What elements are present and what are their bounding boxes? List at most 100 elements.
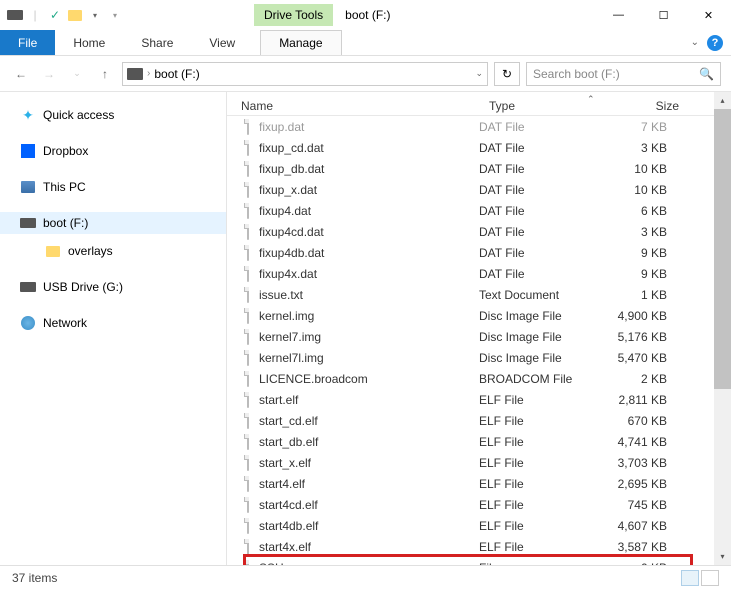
file-row[interactable]: issue.txt Text Document 1 KB xyxy=(227,284,731,305)
manage-tab[interactable]: Manage xyxy=(260,30,341,55)
item-count: 37 items xyxy=(12,571,57,585)
file-size: 5,470 KB xyxy=(597,351,667,365)
file-size: 9 KB xyxy=(597,246,667,260)
qat-checkmark-icon[interactable]: ✓ xyxy=(46,6,64,24)
sidebar-item-boot-drive[interactable]: boot (F:) xyxy=(0,212,226,234)
file-row[interactable]: start4db.elf ELF File 4,607 KB xyxy=(227,515,731,536)
column-header-name[interactable]: Name xyxy=(227,99,489,113)
refresh-button[interactable]: ↻ xyxy=(494,62,520,86)
scroll-down-button[interactable]: ▾ xyxy=(714,548,731,565)
file-icon xyxy=(247,413,249,429)
file-list-pane: Name Type Size ⌃ fixup.dat DAT File 7 KB… xyxy=(227,92,731,565)
home-tab[interactable]: Home xyxy=(55,30,123,55)
breadcrumb-location[interactable]: boot (F:) xyxy=(154,67,199,81)
file-row[interactable]: fixup_db.dat DAT File 10 KB xyxy=(227,158,731,179)
sidebar-item-overlays[interactable]: overlays xyxy=(0,240,226,262)
file-name: fixup_x.dat xyxy=(249,183,479,197)
file-icon-cell xyxy=(227,371,249,387)
file-row[interactable]: start_db.elf ELF File 4,741 KB xyxy=(227,431,731,452)
file-row[interactable]: kernel.img Disc Image File 4,900 KB xyxy=(227,305,731,326)
file-icon xyxy=(247,518,249,534)
sort-indicator-icon: ⌃ xyxy=(587,94,595,105)
view-mode-buttons xyxy=(681,570,719,586)
navigation-bar: ← → ⌄ ↑ › boot (F:) ⌄ ↻ Search boot (F:)… xyxy=(0,56,731,92)
file-type: Text Document xyxy=(479,288,597,302)
file-row[interactable]: start4cd.elf ELF File 745 KB xyxy=(227,494,731,515)
details-view-button[interactable] xyxy=(681,570,699,586)
file-row[interactable]: fixup_cd.dat DAT File 3 KB xyxy=(227,137,731,158)
forward-button[interactable]: → xyxy=(38,63,60,85)
file-tab[interactable]: File xyxy=(0,30,55,55)
icons-view-button[interactable] xyxy=(701,570,719,586)
search-placeholder: Search boot (F:) xyxy=(533,67,620,81)
drive-icon xyxy=(20,215,36,231)
file-name: LICENCE.broadcom xyxy=(249,372,479,386)
file-name: fixup_cd.dat xyxy=(249,141,479,155)
column-header-size[interactable]: Size xyxy=(609,99,679,113)
back-button[interactable]: ← xyxy=(10,63,32,85)
file-row[interactable]: fixup4cd.dat DAT File 3 KB xyxy=(227,221,731,242)
maximize-button[interactable]: ☐ xyxy=(641,0,686,30)
navigation-pane: ✦ Quick access Dropbox This PC boot (F:)… xyxy=(0,92,227,565)
file-row[interactable]: kernel7.img Disc Image File 5,176 KB xyxy=(227,326,731,347)
search-icon[interactable]: 🔍 xyxy=(699,67,714,81)
ribbon-expand-icon[interactable]: ⌄ xyxy=(691,37,699,48)
window-title: boot (F:) xyxy=(345,8,390,22)
qat-dropdown-icon[interactable]: ▾ xyxy=(86,6,104,24)
view-tab[interactable]: View xyxy=(191,30,253,55)
file-row[interactable]: fixup4x.dat DAT File 9 KB xyxy=(227,263,731,284)
file-icon-cell xyxy=(227,161,249,177)
sidebar-item-quick-access[interactable]: ✦ Quick access xyxy=(0,104,226,126)
scroll-thumb[interactable] xyxy=(714,109,731,389)
file-icon xyxy=(247,224,249,240)
file-row[interactable]: fixup.dat DAT File 7 KB xyxy=(227,116,731,137)
close-button[interactable]: ✕ xyxy=(686,0,731,30)
scroll-up-button[interactable]: ▴ xyxy=(714,92,731,109)
file-type: ELF File xyxy=(479,393,597,407)
help-icon[interactable]: ? xyxy=(707,35,723,51)
file-row[interactable]: LICENCE.broadcom BROADCOM File 2 KB xyxy=(227,368,731,389)
app-icon[interactable] xyxy=(6,6,24,24)
file-row[interactable]: start4.elf ELF File 2,695 KB xyxy=(227,473,731,494)
search-input[interactable]: Search boot (F:) 🔍 xyxy=(526,62,721,86)
minimize-button[interactable]: — xyxy=(596,0,641,30)
file-list[interactable]: fixup.dat DAT File 7 KB fixup_cd.dat DAT… xyxy=(227,116,731,565)
breadcrumb-separator[interactable]: › xyxy=(147,68,150,79)
file-size: 2,695 KB xyxy=(597,477,667,491)
sidebar-item-dropbox[interactable]: Dropbox xyxy=(0,140,226,162)
file-size: 3 KB xyxy=(597,225,667,239)
dropbox-icon xyxy=(20,143,36,159)
file-row[interactable]: fixup4db.dat DAT File 9 KB xyxy=(227,242,731,263)
content-area: ✦ Quick access Dropbox This PC boot (F:)… xyxy=(0,92,731,565)
share-tab[interactable]: Share xyxy=(123,30,191,55)
recent-dropdown[interactable]: ⌄ xyxy=(66,63,88,85)
qat-folder-icon[interactable] xyxy=(66,6,84,24)
file-type: ELF File xyxy=(479,540,597,554)
address-dropdown-icon[interactable]: ⌄ xyxy=(475,68,483,79)
file-row[interactable]: kernel7l.img Disc Image File 5,470 KB xyxy=(227,347,731,368)
file-row[interactable]: start.elf ELF File 2,811 KB xyxy=(227,389,731,410)
sidebar-item-usb-drive[interactable]: USB Drive (G:) xyxy=(0,276,226,298)
file-icon-cell xyxy=(227,497,249,513)
file-row[interactable]: fixup4.dat DAT File 6 KB xyxy=(227,200,731,221)
qat-customize[interactable]: ▾ xyxy=(106,6,124,24)
file-row[interactable]: fixup_x.dat DAT File 10 KB xyxy=(227,179,731,200)
nav-label: USB Drive (G:) xyxy=(43,280,123,294)
file-row[interactable]: start4x.elf ELF File 3,587 KB xyxy=(227,536,731,557)
file-name: fixup.dat xyxy=(249,120,479,134)
file-icon-cell xyxy=(227,476,249,492)
file-row[interactable]: start_x.elf ELF File 3,703 KB xyxy=(227,452,731,473)
file-icon xyxy=(247,371,249,387)
file-size: 3,703 KB xyxy=(597,456,667,470)
sidebar-item-network[interactable]: Network xyxy=(0,312,226,334)
file-size: 10 KB xyxy=(597,183,667,197)
pc-icon xyxy=(20,179,36,195)
file-row[interactable]: SSH File 0 KB xyxy=(227,557,731,565)
vertical-scrollbar[interactable]: ▴ ▾ xyxy=(714,92,731,565)
address-bar[interactable]: › boot (F:) ⌄ xyxy=(122,62,488,86)
file-type: DAT File xyxy=(479,183,597,197)
sidebar-item-this-pc[interactable]: This PC xyxy=(0,176,226,198)
file-row[interactable]: start_cd.elf ELF File 670 KB xyxy=(227,410,731,431)
file-icon xyxy=(247,455,249,471)
up-button[interactable]: ↑ xyxy=(94,63,116,85)
